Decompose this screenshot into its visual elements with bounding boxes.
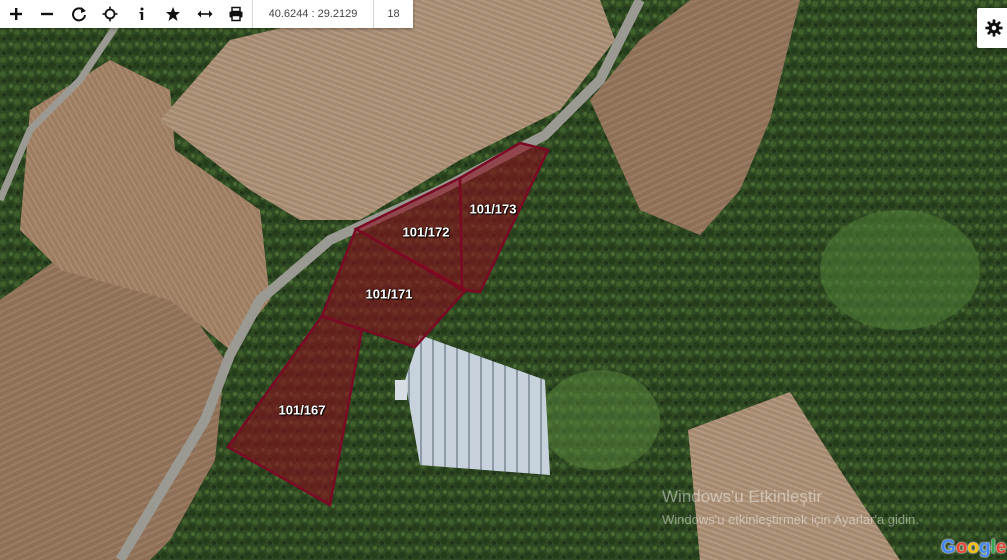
parcel-label[interactable]: 101/171 [366,287,413,302]
locate-button[interactable] [95,0,127,28]
measure-button[interactable] [189,0,221,28]
zoom-in-button[interactable] [0,0,32,28]
favorite-button[interactable] [158,0,190,28]
crosshair-icon [102,6,118,22]
coordinate-readout: 40.6244 : 29.2129 [252,0,373,28]
parcel-label[interactable]: 101/167 [279,403,326,418]
minus-icon [41,12,54,16]
star-icon [166,7,181,21]
measure-icon [197,10,213,18]
print-button[interactable] [221,0,253,28]
satellite-map[interactable] [0,0,1007,560]
parcel-label[interactable]: 101/172 [403,225,450,240]
parcel-label[interactable]: 101/173 [470,202,517,217]
print-icon [229,6,243,22]
plus-icon [9,8,22,20]
google-logo: Google [941,537,1007,558]
activation-watermark-title: Windows'u Etkinleştir [662,487,823,506]
activation-watermark-subtitle: Windows'u etkinleştirmek için Ayarlar'a … [662,512,919,527]
info-icon [139,7,144,20]
zoom-level-readout: 18 [373,0,413,28]
refresh-icon [71,7,86,22]
settings-button[interactable] [977,8,1007,48]
zoom-out-button[interactable] [32,0,64,28]
refresh-button[interactable] [63,0,95,28]
info-button[interactable] [126,0,158,28]
gear-icon [985,19,1003,37]
map-toolbar: 40.6244 : 29.2129 18 [0,0,413,28]
